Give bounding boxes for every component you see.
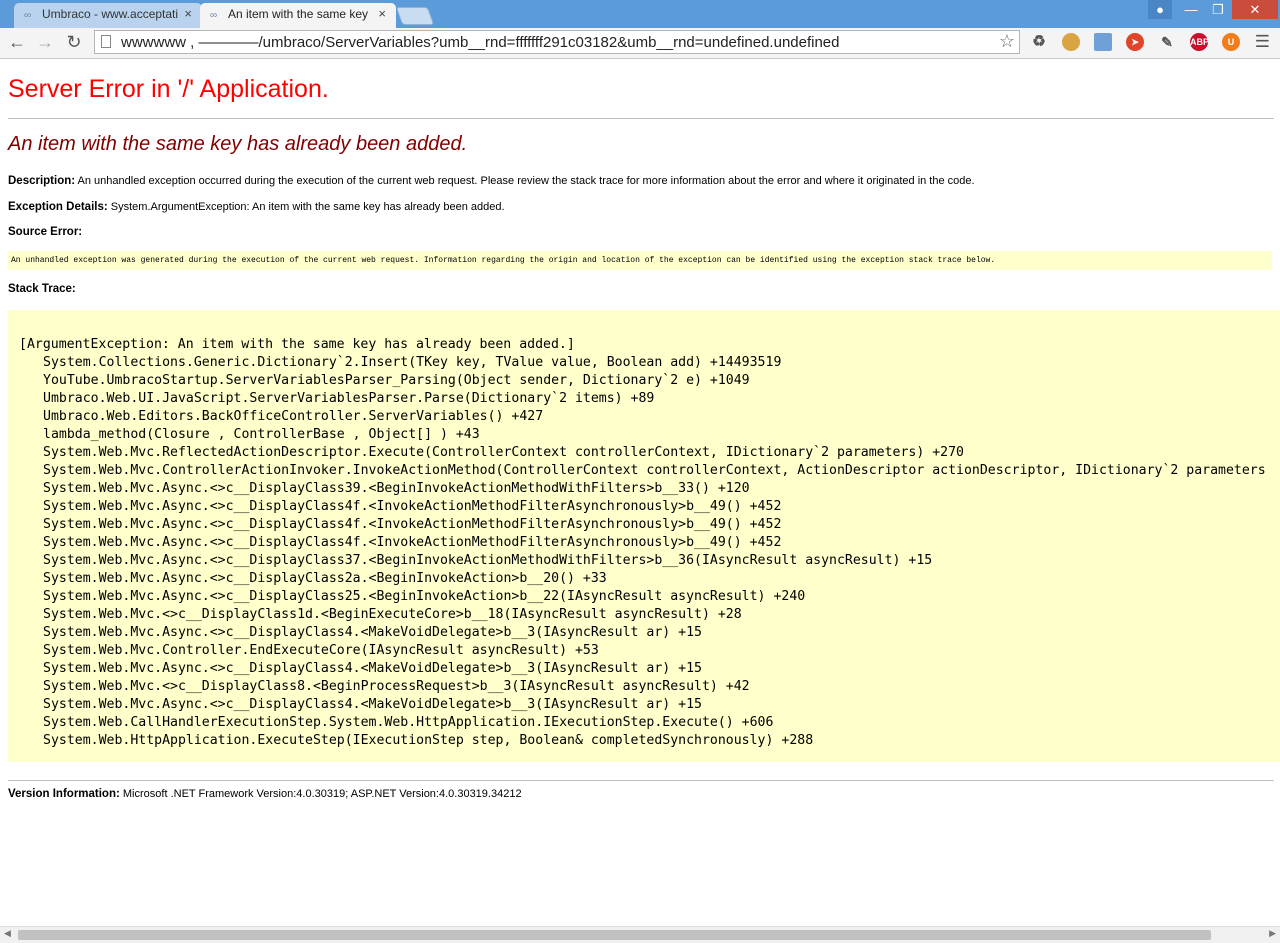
tab-error-page[interactable]: ∞ An item with the same key ×	[200, 3, 396, 28]
stack-frame: System.Web.Mvc.Async.<>c__DisplayClass4f…	[43, 535, 782, 550]
tab-umbraco[interactable]: ∞ Umbraco - www.acceptati ×	[14, 3, 202, 28]
close-icon[interactable]: ×	[378, 6, 386, 21]
umbraco-icon: ∞	[24, 10, 32, 21]
page-title: Server Error in '/' Application.	[8, 75, 329, 103]
ublock-icon[interactable]: U	[1222, 33, 1240, 51]
stack-frame: System.Web.Mvc.ControllerActionInvoker.I…	[43, 463, 1266, 478]
stack-frame: System.Web.CallHandlerExecutionStep.Syst…	[43, 715, 774, 730]
scroll-right-icon[interactable]: ▶	[1269, 928, 1276, 939]
description-text: An unhandled exception occurred during t…	[77, 175, 975, 187]
stack-frame: System.Collections.Generic.Dictionary`2.…	[43, 355, 782, 370]
scroll-left-icon[interactable]: ◀	[4, 928, 11, 939]
close-icon[interactable]: ×	[184, 6, 192, 21]
page-icon	[101, 35, 111, 48]
exception-label: Exception Details:	[8, 201, 108, 213]
stack-frame: System.Web.Mvc.Async.<>c__DisplayClass4f…	[43, 517, 782, 532]
stack-frame: YouTube.UmbracoStartup.ServerVariablesPa…	[43, 373, 750, 388]
new-tab-button[interactable]	[395, 7, 435, 25]
browser-title-bar: ∞ Umbraco - www.acceptati × ∞ An item wi…	[0, 0, 1280, 28]
stack-frame: System.Web.Mvc.Async.<>c__DisplayClass39…	[43, 481, 750, 496]
horizontal-scrollbar[interactable]: ◀ ▶	[0, 926, 1280, 943]
url-text[interactable]: wwwwww , ————/umbraco/ServerVariables?um…	[121, 34, 840, 51]
umbraco-icon: ∞	[210, 10, 218, 21]
description-label: Description:	[8, 175, 76, 187]
profile-icon[interactable]: ●	[1148, 0, 1172, 19]
source-error-box: An unhandled exception was generated dur…	[8, 251, 1272, 270]
version-label: Version Information:	[8, 788, 120, 800]
reload-button[interactable]: ↻	[63, 31, 85, 53]
stack-frame: System.Web.HttpApplication.ExecuteStep(I…	[43, 733, 814, 748]
exception-text: System.ArgumentException: An item with t…	[110, 201, 505, 213]
stack-frame: lambda_method(Closure , ControllerBase ,…	[43, 427, 480, 442]
stack-frame: Umbraco.Web.UI.JavaScript.ServerVariable…	[43, 391, 655, 406]
menu-icon[interactable]: ☰	[1255, 32, 1270, 52]
bookmark-star-icon[interactable]: ☆	[999, 31, 1015, 52]
stack-frame: System.Web.Mvc.Async.<>c__DisplayClass2a…	[43, 571, 607, 586]
stack-frame: System.Web.Mvc.Async.<>c__DisplayClass4f…	[43, 499, 782, 514]
stack-frames: System.Collections.Generic.Dictionary`2.…	[43, 354, 1266, 750]
stack-frame: System.Web.Mvc.Async.<>c__DisplayClass4.…	[43, 625, 702, 640]
version-information: Version Information: Microsoft .NET Fram…	[8, 788, 522, 800]
page-content: Server Error in '/' Application. An item…	[0, 59, 1280, 926]
stack-frame: Umbraco.Web.Editors.BackOfficeController…	[43, 409, 544, 424]
minimize-button[interactable]: —	[1178, 0, 1204, 19]
restore-button[interactable]: ❐	[1205, 0, 1231, 19]
folder-icon[interactable]	[1094, 33, 1112, 51]
stack-frame: System.Web.Mvc.Controller.EndExecuteCore…	[43, 643, 599, 658]
exception-details: Exception Details: System.ArgumentExcept…	[8, 201, 505, 213]
stack-frame: System.Web.Mvc.Async.<>c__DisplayClass25…	[43, 589, 806, 604]
stack-frame: System.Web.Mvc.Async.<>c__DisplayClass4.…	[43, 697, 702, 712]
source-error: Source Error:	[8, 226, 82, 238]
divider	[8, 118, 1274, 119]
description: Description: An unhandled exception occu…	[8, 175, 975, 187]
stack-trace-box: [ArgumentException: An item with the sam…	[8, 310, 1280, 762]
stack-frame: System.Web.Mvc.ReflectedActionDescriptor…	[43, 445, 964, 460]
scrollbar-thumb[interactable]	[18, 930, 1211, 940]
stack-frame: System.Web.Mvc.Async.<>c__DisplayClass4.…	[43, 661, 702, 676]
stack-frame: System.Web.Mvc.<>c__DisplayClass1d.<Begi…	[43, 607, 742, 622]
stack-trace: Stack Trace:	[8, 283, 76, 295]
adblock-plus-icon[interactable]: ABP	[1190, 33, 1209, 51]
close-window-button[interactable]: ✕	[1232, 0, 1278, 19]
forward-button[interactable]: →	[34, 31, 56, 53]
tab-title: Umbraco - www.acceptati	[42, 7, 179, 21]
error-message: An item with the same key has already be…	[8, 133, 468, 155]
source-error-label: Source Error:	[8, 226, 83, 238]
tab-title: An item with the same key	[228, 7, 369, 21]
stack-trace-head: [ArgumentException: An item with the sam…	[19, 337, 575, 352]
recycle-icon[interactable]: ♻	[1030, 33, 1048, 51]
lastpass-icon[interactable]: ➤	[1126, 33, 1144, 51]
cookie-icon[interactable]	[1062, 33, 1080, 51]
version-text: Microsoft .NET Framework Version:4.0.303…	[122, 788, 522, 800]
stack-frame: System.Web.Mvc.Async.<>c__DisplayClass37…	[43, 553, 933, 568]
pen-icon[interactable]: ✎	[1158, 33, 1176, 51]
browser-toolbar: ← → ↻ wwwwww , ————/umbraco/ServerVariab…	[0, 28, 1280, 59]
address-bar[interactable]: wwwwww , ————/umbraco/ServerVariables?um…	[94, 30, 1020, 54]
stack-trace-label: Stack Trace:	[8, 283, 76, 295]
stack-frame: System.Web.Mvc.<>c__DisplayClass8.<Begin…	[43, 679, 750, 694]
back-button[interactable]: ←	[6, 31, 28, 53]
divider	[8, 780, 1274, 781]
